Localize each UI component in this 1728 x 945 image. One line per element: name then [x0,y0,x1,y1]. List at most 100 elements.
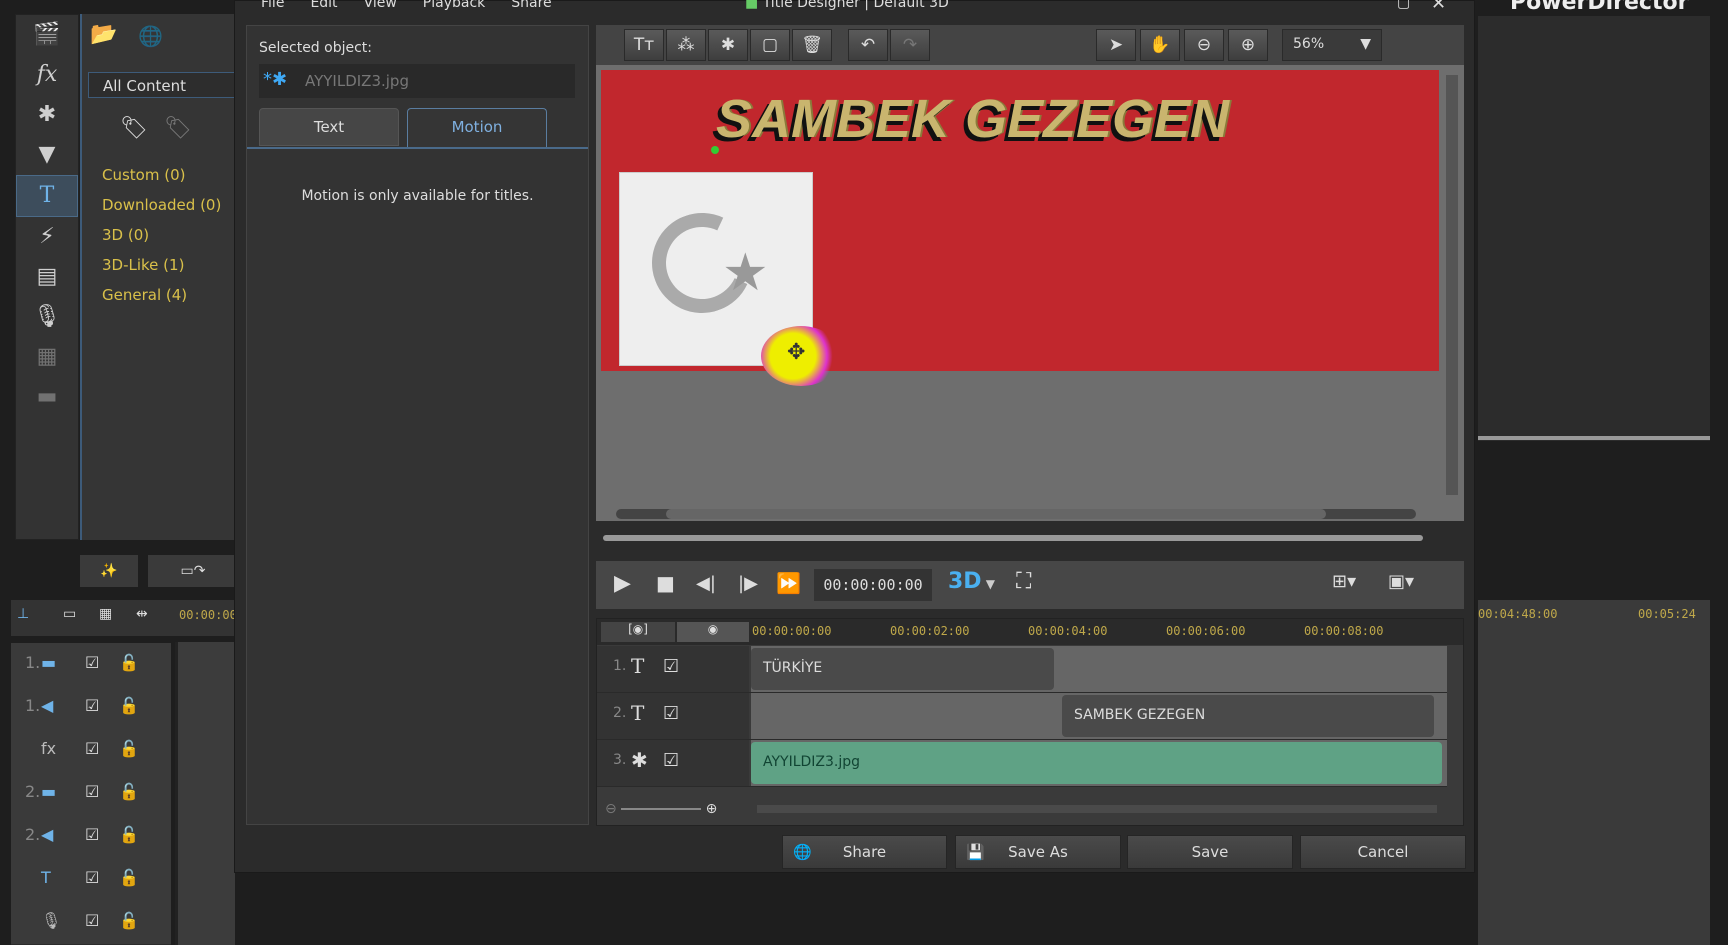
track-lock-icon[interactable]: 🔓 [119,653,139,672]
track-toggle-button[interactable]: [◉] [601,622,675,642]
media-room-icon[interactable]: 🎬 [16,15,78,55]
add-track-icon[interactable]: ▦ [99,606,112,622]
preview-panel-bg [1478,16,1710,441]
track-enable-checkbox[interactable]: ☑ [85,911,99,930]
zoom-dropdown[interactable]: 56% ▼ [1282,29,1382,61]
menu-view[interactable]: View [364,0,397,11]
zoom-out-icon[interactable]: ⊖ [1184,29,1224,61]
add-tag-icon[interactable]: 🏷 [120,116,148,141]
pip-room-icon[interactable]: ✱ [16,95,78,135]
video-track-icon: ▬ [41,782,57,801]
track-enable-checkbox[interactable]: ☑ [85,653,99,672]
track-lock-icon[interactable]: 🔓 [119,696,139,715]
track-enable-checkbox[interactable]: ☑ [85,825,99,844]
track-enable-checkbox[interactable]: ☑ [85,739,99,758]
timeline-zoom-slider[interactable]: ⊖ ⊕ [605,801,735,817]
title-track-icon: T [631,654,645,678]
save-as-button[interactable]: 💾 Save As [955,835,1121,869]
import-icon[interactable]: 📂 [90,22,117,47]
audio-mix-room-icon[interactable]: ▤ [16,257,78,297]
track-visible-checkbox[interactable]: ☑ [663,750,679,771]
next-frame-icon[interactable]: |▶ [738,573,758,594]
track-lock-icon[interactable]: 🔓 [119,868,139,887]
title-object-sambek-gezegen[interactable]: SAMBEK GEZEGEN [716,88,1229,150]
menu-file[interactable]: File [261,0,284,11]
timeline-view-icon[interactable]: ⊥ [17,606,29,622]
close-button[interactable]: ✕ [1431,0,1446,14]
timeline-clip[interactable]: AYYILDIZ3.jpg [751,742,1442,784]
chapter-room-icon[interactable]: ▦ [16,337,78,377]
previous-frame-icon[interactable]: ◀| [696,573,716,594]
particle-room-icon[interactable]: ▼ [16,135,78,175]
timeline-tick: 00:00:02:00 [890,624,970,638]
track-lock-icon[interactable]: 🔓 [119,739,139,758]
track-lock-icon[interactable]: 🔓 [119,825,139,844]
redo-icon[interactable]: ↷ [890,29,930,61]
download-globe-icon[interactable]: 🌐 [138,24,163,48]
storyboard-button[interactable]: ▭↷ [148,555,238,587]
title-room-icon[interactable]: T [16,175,78,217]
fast-forward-icon[interactable]: ⏩ [776,571,801,595]
menu-playback[interactable]: Playback [423,0,485,11]
fullscreen-icon[interactable]: ⛶ [1016,569,1031,594]
timeline-horizontal-scrollbar[interactable] [757,805,1437,813]
category-general[interactable]: General (4) [102,280,221,310]
rotation-handle[interactable] [711,146,719,154]
select-tool-icon[interactable]: ➤ [1096,29,1136,61]
voice-over-icon[interactable]: 🎙 [16,297,78,337]
delete-background-icon[interactable]: 🗑 [792,29,832,61]
safe-zone-icon[interactable]: ▣▾ [1388,571,1414,592]
track-visible-checkbox[interactable]: ☑ [663,656,679,677]
fx-room-icon[interactable]: fx [16,55,78,95]
stop-icon[interactable]: ■ [656,571,675,595]
insert-image-icon[interactable]: ✱ [708,29,748,61]
timeline-clip[interactable]: SAMBEK GEZEGEN [1062,695,1434,737]
maximize-button[interactable]: ▢ [1397,0,1410,11]
track-enable-checkbox[interactable]: ☑ [85,696,99,715]
timeline-clip[interactable]: TÜRKİYE [751,648,1054,690]
insert-particle-icon[interactable]: ⁂ [666,29,706,61]
playback-controls: ▶ ■ ◀| |▶ ⏩ 00:00:00:00 3D ▼ ⛶ ⊞▾ ▣▾ [596,561,1464,609]
magic-button[interactable]: ✨ [80,555,138,587]
track-lock-icon[interactable]: 🔓 [119,911,139,930]
zoom-in-icon[interactable]: ⊕ [1228,29,1268,61]
subtitle-room-icon[interactable]: ▬ [16,377,78,417]
category-3d-like[interactable]: 3D-Like (1) [102,250,221,280]
storyboard-view-icon[interactable]: ▭ [63,606,76,622]
fit-icon[interactable]: ⇹ [136,606,148,622]
menu-edit[interactable]: Edit [310,0,337,11]
vertical-scrollbar[interactable] [1446,75,1458,495]
timeline-ruler: [◉] ◉ 00:00:00:00 00:00:02:00 00:00:04:00 0… [597,619,1463,645]
hand-tool-icon[interactable]: ✋ [1140,29,1180,61]
horizontal-scrollbar[interactable] [616,509,1416,519]
preview-slider[interactable] [603,535,1423,541]
grid-icon[interactable]: ⊞▾ [1332,571,1356,592]
track-lock-icon[interactable]: 🔓 [119,782,139,801]
remove-tag-icon[interactable]: 🏷 [164,116,192,141]
play-icon[interactable]: ▶ [614,571,631,596]
track-enable-checkbox[interactable]: ☑ [85,868,99,887]
main-track-header: 1. ▬ ☑ 🔓 [11,643,171,687]
transition-room-icon[interactable]: ⚡ [16,217,78,257]
category-custom[interactable]: Custom (0) [102,160,221,190]
tab-text[interactable]: Text [259,108,399,146]
save-button[interactable]: Save [1127,835,1293,869]
keyframe-toggle-button[interactable]: ◉ [677,622,749,642]
track-number: 1. [613,658,627,674]
3d-mode-button[interactable]: 3D ▼ [948,569,995,594]
share-button[interactable]: 🌐 Share [782,835,947,869]
insert-text-icon[interactable]: Tт [624,29,664,61]
category-downloaded[interactable]: Downloaded (0) [102,190,221,220]
category-3d[interactable]: 3D (0) [102,220,221,250]
timeline-tick: 00:00:06:00 [1166,624,1246,638]
cancel-button[interactable]: Cancel [1300,835,1466,869]
track-enable-checkbox[interactable]: ☑ [85,782,99,801]
insert-background-icon[interactable]: ▢ [750,29,790,61]
menu-share[interactable]: Share [511,0,551,11]
app-logo-icon: ■ [745,0,759,11]
audio-track-icon: ◀ [41,696,54,715]
undo-icon[interactable]: ↶ [848,29,888,61]
tab-motion[interactable]: Motion [407,108,547,148]
track-visible-checkbox[interactable]: ☑ [663,703,679,724]
content-filter-dropdown[interactable]: All Content [88,72,248,98]
